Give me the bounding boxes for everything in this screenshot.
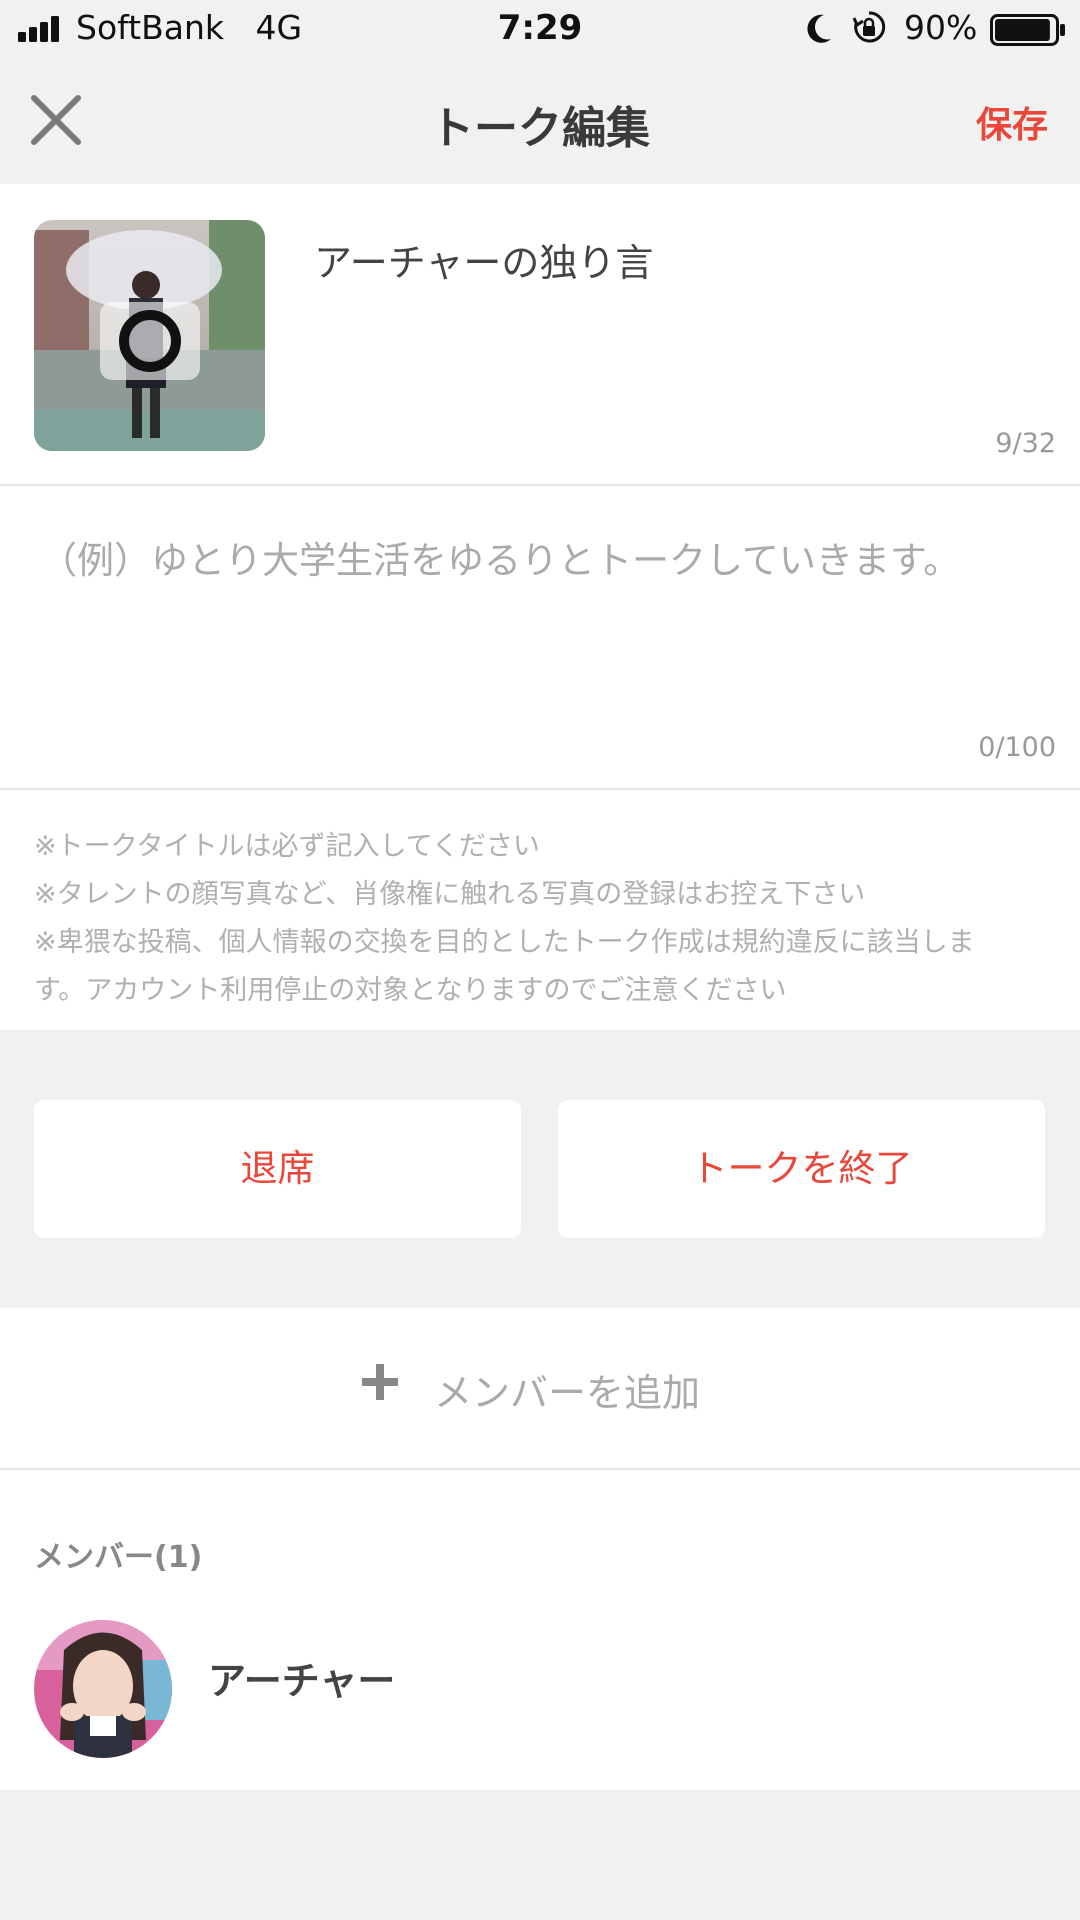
members-header: メンバー(1) bbox=[34, 1540, 203, 1575]
plus-icon bbox=[362, 1364, 398, 1400]
talk-thumbnail[interactable] bbox=[34, 220, 265, 451]
note-line: す。アカウント利用停止の対象となりますのでご注意ください bbox=[34, 975, 787, 1006]
page-title: トーク編集 bbox=[430, 103, 650, 154]
avatar-photo bbox=[34, 1620, 172, 1758]
avatar bbox=[34, 1620, 172, 1758]
battery-icon bbox=[990, 14, 1065, 46]
save-button[interactable]: 保存 bbox=[976, 96, 1048, 148]
leave-button[interactable]: 退席 bbox=[34, 1100, 521, 1238]
add-member-button[interactable]: メンバーを追加 bbox=[0, 1308, 1080, 1470]
description-char-counter: 0/100 bbox=[978, 732, 1056, 763]
end-talk-button[interactable]: トークを終了 bbox=[558, 1100, 1045, 1238]
note-line: ※卑猥な投稿、個人情報の交換を目的としたトーク作成は規約違反に該当しま bbox=[34, 927, 975, 958]
talk-description-section: （例）ゆとり大学生活をゆるりとトークしていきます。 0/100 bbox=[0, 486, 1080, 790]
nav-bar: トーク編集 保存 bbox=[0, 58, 1080, 184]
note-line: ※トークタイトルは必ず記入してください bbox=[34, 831, 540, 862]
rotation-lock-icon bbox=[852, 11, 886, 43]
member-name: アーチャー bbox=[208, 1659, 396, 1703]
battery-percent: 90% bbox=[904, 8, 978, 47]
screen: SoftBank 4G 7:29 90% トーク編集 保存 アーチャーの独り言 … bbox=[0, 0, 1080, 1920]
note-line: ※タレントの顔写真など、肖像権に触れる写真の登録はお控え下さい bbox=[34, 879, 866, 910]
notes-section: ※トークタイトルは必ず記入してください ※タレントの顔写真など、肖像権に触れる写… bbox=[0, 790, 1080, 1030]
description-input[interactable]: （例）ゆとり大学生活をゆるりとトークしていきます。 bbox=[40, 530, 1050, 584]
camera-icon bbox=[100, 302, 200, 380]
title-char-counter: 9/32 bbox=[995, 428, 1056, 459]
talk-title-input[interactable]: アーチャーの独り言 bbox=[314, 232, 653, 287]
talk-title-section: アーチャーの独り言 9/32 bbox=[0, 184, 1080, 486]
member-row[interactable]: アーチャー bbox=[0, 1620, 1080, 1770]
add-member-label: メンバーを追加 bbox=[434, 1371, 701, 1415]
moon-icon bbox=[807, 14, 831, 43]
status-bar: SoftBank 4G 7:29 90% bbox=[0, 0, 1080, 58]
members-section: メンバー(1) アーチャー bbox=[0, 1470, 1080, 1790]
